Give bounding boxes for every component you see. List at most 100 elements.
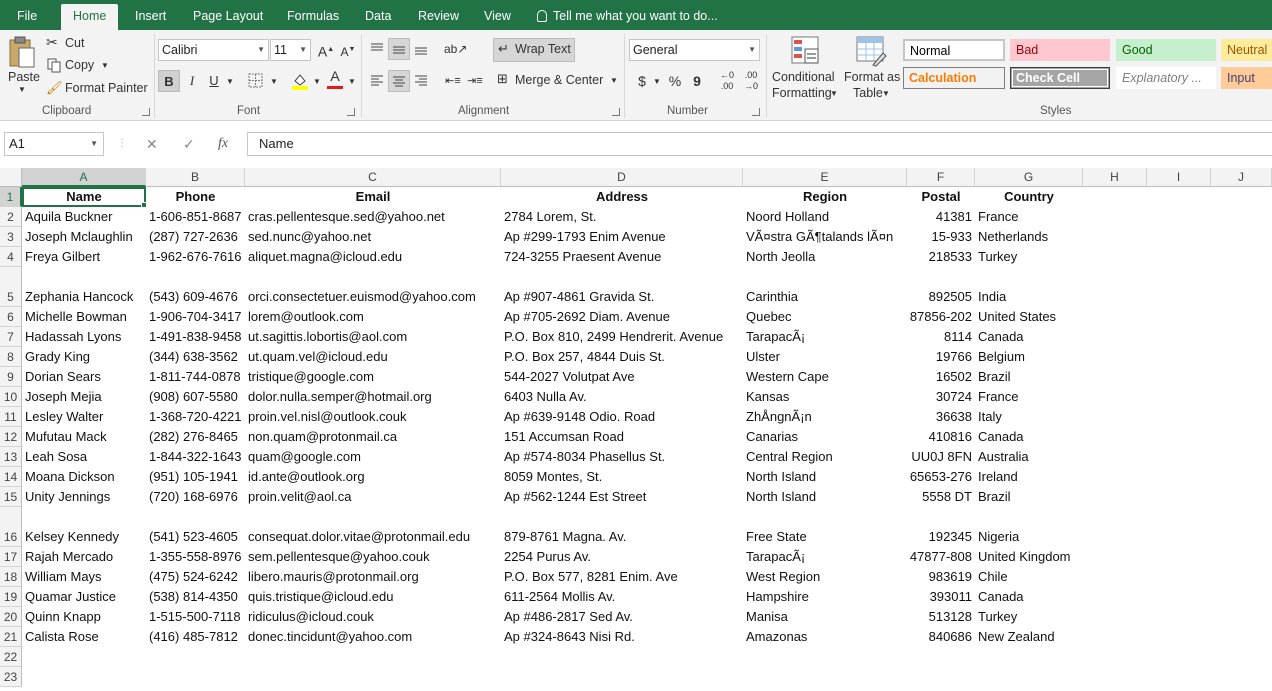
- table-cell[interactable]: Canada: [975, 427, 1083, 447]
- comma-style-button[interactable]: 9: [686, 70, 708, 92]
- row-header-15[interactable]: 15: [0, 487, 22, 507]
- table-cell[interactable]: 16502: [907, 367, 975, 387]
- tab-home[interactable]: Home: [61, 4, 118, 30]
- align-right-icon[interactable]: [410, 70, 432, 92]
- column-header-g[interactable]: G: [975, 168, 1083, 187]
- copy-button[interactable]: Copy ▼: [46, 57, 116, 77]
- borders-dropdown-icon[interactable]: ▼: [270, 77, 278, 86]
- table-cell[interactable]: Dorian Sears: [22, 367, 146, 387]
- formula-input[interactable]: Name: [247, 132, 1272, 156]
- row-header-19[interactable]: 19: [0, 587, 22, 607]
- currency-format-button[interactable]: $: [631, 70, 653, 92]
- table-cell[interactable]: 2784 Lorem, St.: [501, 207, 743, 227]
- table-cell[interactable]: ZhÅngnÃ¡n: [743, 407, 907, 427]
- table-cell[interactable]: P.O. Box 257, 4844 Duis St.: [501, 347, 743, 367]
- table-cell[interactable]: United States: [975, 307, 1083, 327]
- table-cell[interactable]: West Region: [743, 567, 907, 587]
- table-cell[interactable]: Western Cape: [743, 367, 907, 387]
- worksheet-grid[interactable]: ABCDEFGHIJ1NamePhoneEmailAddressRegionPo…: [0, 168, 1272, 691]
- table-cell[interactable]: 36638: [907, 407, 975, 427]
- fill-color-icon[interactable]: [289, 70, 311, 92]
- table-cell[interactable]: 2254 Purus Av.: [501, 547, 743, 567]
- table-cell[interactable]: Ap #299-1793 Enim Avenue: [501, 227, 743, 247]
- table-cell[interactable]: 41381: [907, 207, 975, 227]
- table-cell[interactable]: Michelle Bowman: [22, 307, 146, 327]
- table-cell[interactable]: dolor.nulla.semper@hotmail.org: [245, 387, 501, 407]
- table-cell[interactable]: Brazil: [975, 487, 1083, 507]
- align-left-icon[interactable]: [366, 70, 388, 92]
- table-cell[interactable]: 544-2027 Volutpat Ave: [501, 367, 743, 387]
- table-cell[interactable]: United Kingdom: [975, 547, 1083, 567]
- table-cell[interactable]: Ireland: [975, 467, 1083, 487]
- table-cell[interactable]: aliquet.magna@icloud.edu: [245, 247, 501, 267]
- table-cell[interactable]: Ap #324-8643 Nisi Rd.: [501, 627, 743, 647]
- column-title-cell[interactable]: Email: [245, 187, 501, 207]
- table-cell[interactable]: Manisa: [743, 607, 907, 627]
- table-cell[interactable]: North Island: [743, 467, 907, 487]
- row-header-14[interactable]: 14: [0, 467, 22, 487]
- column-header-c[interactable]: C: [245, 168, 501, 187]
- table-cell[interactable]: Ap #562-1244 Est Street: [501, 487, 743, 507]
- table-cell[interactable]: ut.quam.vel@icloud.edu: [245, 347, 501, 367]
- table-cell[interactable]: cras.pellentesque.sed@yahoo.net: [245, 207, 501, 227]
- table-cell[interactable]: Canarias: [743, 427, 907, 447]
- cell-style-good[interactable]: Good: [1116, 39, 1216, 61]
- table-cell[interactable]: Rajah Mercado: [22, 547, 146, 567]
- row-header-12[interactable]: 12: [0, 427, 22, 447]
- table-cell[interactable]: Lesley Walter: [22, 407, 146, 427]
- cell-style-input[interactable]: Input: [1221, 67, 1272, 89]
- table-cell[interactable]: Zephania Hancock: [22, 287, 146, 307]
- table-cell[interactable]: Hadassah Lyons: [22, 327, 146, 347]
- table-cell[interactable]: quis.tristique@icloud.edu: [245, 587, 501, 607]
- table-cell[interactable]: Ap #574-8034 Phasellus St.: [501, 447, 743, 467]
- enter-entry-icon[interactable]: ✓: [183, 132, 195, 156]
- cell-style-neutral[interactable]: Neutral: [1221, 39, 1272, 61]
- column-title-cell[interactable]: Phone: [146, 187, 245, 207]
- table-cell[interactable]: sed.nunc@yahoo.net: [245, 227, 501, 247]
- font-color-dropdown-icon[interactable]: ▼: [348, 77, 356, 86]
- clipboard-dialog-launcher[interactable]: [142, 108, 150, 116]
- table-cell[interactable]: North Island: [743, 487, 907, 507]
- tab-data[interactable]: Data: [365, 0, 391, 30]
- cell-style-normal[interactable]: Normal: [903, 39, 1005, 61]
- table-cell[interactable]: Joseph Mclaughlin: [22, 227, 146, 247]
- table-cell[interactable]: (416) 485-7812: [146, 627, 245, 647]
- table-cell[interactable]: (908) 607-5580: [146, 387, 245, 407]
- table-cell[interactable]: 15-933: [907, 227, 975, 247]
- table-cell[interactable]: 1-906-704-3417: [146, 307, 245, 327]
- table-cell[interactable]: lorem@outlook.com: [245, 307, 501, 327]
- table-cell[interactable]: ut.sagittis.lobortis@aol.com: [245, 327, 501, 347]
- increase-indent-icon[interactable]: ⇥≡: [464, 70, 486, 92]
- align-bottom-icon[interactable]: [410, 38, 432, 60]
- table-cell[interactable]: (344) 638-3562: [146, 347, 245, 367]
- cut-button[interactable]: ✂ Cut: [46, 34, 106, 54]
- row-header-1[interactable]: 1: [0, 187, 22, 207]
- font-dialog-launcher[interactable]: [347, 108, 355, 116]
- orientation-icon[interactable]: ab↗: [444, 38, 466, 60]
- column-title-cell[interactable]: Country: [975, 187, 1083, 207]
- table-cell[interactable]: Turkey: [975, 607, 1083, 627]
- table-cell[interactable]: 513128: [907, 607, 975, 627]
- table-cell[interactable]: Freya Gilbert: [22, 247, 146, 267]
- table-cell[interactable]: 1-355-558-8976: [146, 547, 245, 567]
- select-all-corner[interactable]: [0, 168, 22, 187]
- row-header-20[interactable]: 20: [0, 607, 22, 627]
- row-header-23[interactable]: 23: [0, 667, 22, 687]
- wrap-text-button[interactable]: ↵ Wrap Text: [493, 38, 575, 62]
- row-header-9[interactable]: 9: [0, 367, 22, 387]
- table-cell[interactable]: Netherlands: [975, 227, 1083, 247]
- table-cell[interactable]: William Mays: [22, 567, 146, 587]
- table-cell[interactable]: (282) 276-8465: [146, 427, 245, 447]
- table-cell[interactable]: ridiculus@icloud.couk: [245, 607, 501, 627]
- table-cell[interactable]: (543) 609-4676: [146, 287, 245, 307]
- table-cell[interactable]: 879-8761 Magna. Av.: [501, 527, 743, 547]
- table-cell[interactable]: 87856-202: [907, 307, 975, 327]
- format-as-table-button[interactable]: Format as Table ▼: [843, 34, 899, 102]
- table-cell[interactable]: 1-491-838-9458: [146, 327, 245, 347]
- table-cell[interactable]: New Zealand: [975, 627, 1083, 647]
- table-cell[interactable]: orci.consectetuer.euismod@yahoo.com: [245, 287, 501, 307]
- row-header-11[interactable]: 11: [0, 407, 22, 427]
- table-cell[interactable]: tristique@google.com: [245, 367, 501, 387]
- table-cell[interactable]: id.ante@outlook.org: [245, 467, 501, 487]
- table-cell[interactable]: North Jeolla: [743, 247, 907, 267]
